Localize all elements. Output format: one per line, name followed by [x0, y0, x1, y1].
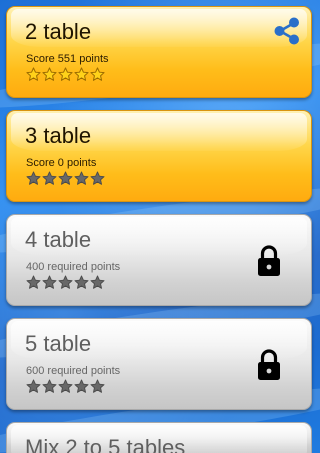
level-title: Mix 2 to 5 tables	[25, 435, 186, 453]
star-icon	[26, 67, 41, 81]
star-icon	[90, 67, 105, 81]
star-rating	[26, 67, 105, 82]
level-card-5-table[interactable]: 5 table 600 required points	[6, 318, 312, 410]
share-icon[interactable]	[272, 16, 302, 46]
level-required-points: 400 required points	[26, 261, 121, 273]
star-rating	[26, 379, 105, 394]
level-score: Score 551 points	[26, 53, 109, 65]
lock-icon	[258, 245, 280, 276]
star-icon	[74, 379, 89, 393]
star-icon	[74, 67, 89, 81]
star-icon	[42, 171, 57, 185]
level-card-3-table[interactable]: 3 table Score 0 points	[6, 110, 312, 202]
star-icon	[74, 171, 89, 185]
level-card-4-table[interactable]: 4 table 400 required points	[6, 214, 312, 306]
star-rating	[26, 275, 105, 290]
star-icon	[26, 379, 41, 393]
level-title: 3 table	[25, 123, 92, 148]
level-title: 5 table	[25, 331, 92, 356]
star-icon	[26, 171, 41, 185]
star-icon	[90, 171, 105, 185]
star-icon	[90, 379, 105, 393]
level-score: Score 0 points	[26, 157, 97, 169]
star-icon	[58, 275, 73, 289]
level-card-2-table[interactable]: 2 table Score 551 points	[6, 6, 312, 98]
star-icon	[42, 67, 57, 81]
level-title: 4 table	[25, 227, 92, 252]
level-title: 2 table	[25, 19, 92, 44]
level-list: 2 table Score 551 points 3 table Score 0…	[0, 0, 320, 453]
star-icon	[90, 275, 105, 289]
level-card-mix-2-to-5-tables[interactable]: Mix 2 to 5 tables	[6, 422, 312, 453]
star-icon	[58, 171, 73, 185]
level-required-points: 600 required points	[26, 365, 121, 377]
star-icon	[26, 275, 41, 289]
star-icon	[74, 275, 89, 289]
lock-icon	[258, 349, 280, 380]
star-icon	[58, 379, 73, 393]
star-icon	[42, 275, 57, 289]
star-icon	[42, 379, 57, 393]
star-icon	[58, 67, 73, 81]
star-rating	[26, 171, 105, 186]
